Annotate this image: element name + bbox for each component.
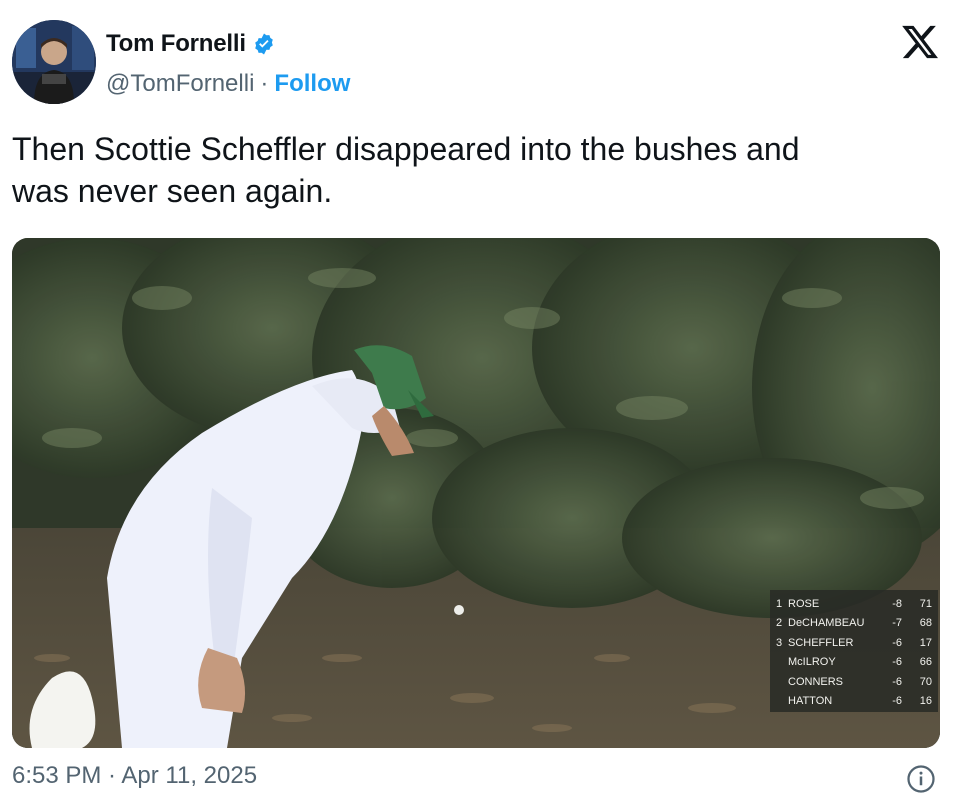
- handle-row: @TomFornelli · Follow: [106, 70, 350, 98]
- author-name-row: Tom Fornelli: [106, 30, 276, 58]
- leaderboard-round: 16: [919, 695, 932, 708]
- leaderboard-player: DeCHAMBEAU: [788, 617, 865, 630]
- follow-button[interactable]: Follow: [274, 70, 350, 98]
- leaderboard-player: SCHEFFLER: [788, 636, 854, 649]
- leaderboard-row: 1 ROSE -8 71: [776, 594, 932, 614]
- leaderboard-player: CONNERS: [788, 675, 844, 688]
- leaderboard-row: McILROY -6 66: [776, 653, 932, 673]
- leaderboard-row: 2 DeCHAMBEAU -7 68: [776, 614, 932, 634]
- leaderboard-position: 2: [776, 617, 783, 630]
- leaderboard-score: -7: [892, 617, 902, 630]
- tweet-header: Tom Fornelli @TomFornelli · Follow: [12, 20, 952, 110]
- author-name[interactable]: Tom Fornelli: [106, 30, 246, 58]
- tweet-text: Then Scottie Scheffler disappeared into …: [12, 131, 800, 209]
- tweet-timestamp[interactable]: 6:53 PM · Apr 11, 2025: [12, 762, 257, 790]
- leaderboard-round: 70: [919, 675, 932, 688]
- separator: ·: [260, 70, 269, 97]
- leaderboard-row: 3 SCHEFFLER -6 17: [776, 633, 932, 653]
- leaderboard-player: ROSE: [788, 597, 820, 610]
- leaderboard-position: 3: [776, 636, 783, 649]
- leaderboard-score: -8: [892, 597, 902, 610]
- leaderboard-score: -6: [892, 636, 902, 649]
- avatar[interactable]: [12, 20, 96, 104]
- leaderboard-round: 17: [919, 636, 932, 649]
- leaderboard-row: HATTON -6 16: [776, 692, 932, 712]
- leaderboard-round: 71: [919, 597, 932, 610]
- leaderboard-overlay: 1 ROSE -8 71 2 DeCHAMBEAU -7 68 3 SCHEFF…: [770, 590, 938, 712]
- leaderboard-position: 1: [776, 597, 783, 610]
- leaderboard-round: 66: [919, 656, 932, 669]
- leaderboard-player: HATTON: [788, 695, 833, 708]
- leaderboard-row: CONNERS -6 70: [776, 672, 932, 692]
- tweet-media[interactable]: 1 ROSE -8 71 2 DeCHAMBEAU -7 68 3 SCHEFF…: [12, 238, 940, 748]
- leaderboard-player: McILROY: [788, 656, 836, 669]
- verified-badge-icon: [255, 33, 273, 55]
- leaderboard-score: -6: [892, 675, 902, 688]
- leaderboard-round: 68: [919, 617, 932, 630]
- x-logo-icon[interactable]: [900, 22, 940, 62]
- leaderboard-score: -6: [892, 656, 902, 669]
- author-handle[interactable]: @TomFornelli: [106, 70, 254, 98]
- leaderboard-score: -6: [892, 695, 902, 708]
- info-icon[interactable]: [906, 764, 936, 794]
